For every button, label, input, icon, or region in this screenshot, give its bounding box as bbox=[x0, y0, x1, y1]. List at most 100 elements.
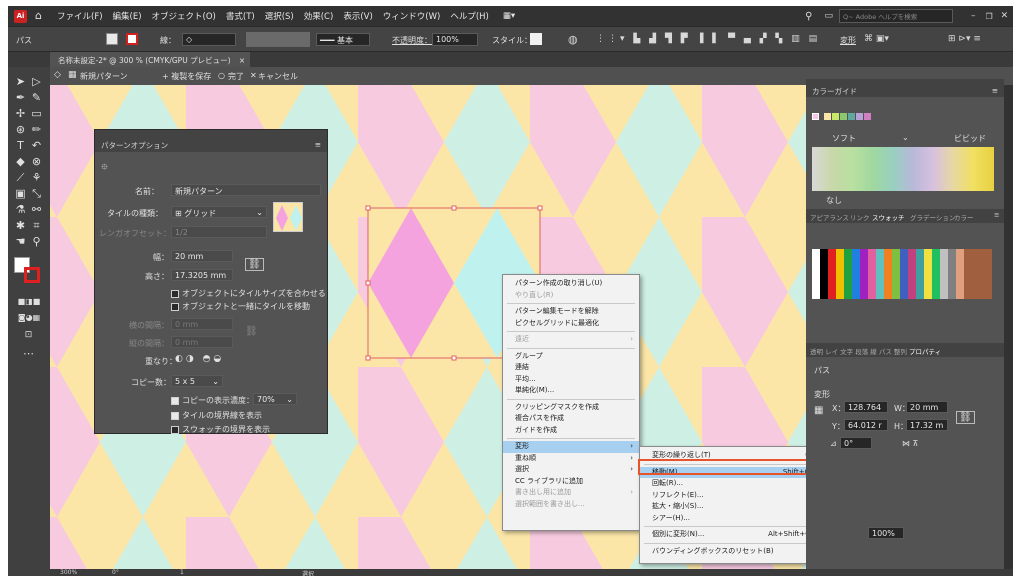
cancel-button[interactable]: キャンセル bbox=[258, 71, 298, 82]
panel-options-icon[interactable]: ⊞ ⊳▾ ≡ bbox=[948, 34, 981, 44]
isolate-icon[interactable]: ⌘ ▣▾ bbox=[864, 34, 889, 44]
close-icon[interactable]: ✕ bbox=[1001, 11, 1009, 21]
x-field[interactable]: 128.764 bbox=[844, 401, 888, 413]
reference-point-icon[interactable]: ▦ bbox=[814, 405, 823, 416]
selection-tool-icon[interactable]: ➤ bbox=[14, 75, 27, 88]
link-proportions-icon[interactable]: ⛓ bbox=[245, 258, 264, 271]
fit-tile-checkbox[interactable]: オブジェクトにタイルサイズを合わせる bbox=[171, 288, 326, 299]
rectangle-tool-icon[interactable]: ▭ bbox=[30, 107, 43, 120]
menu-file[interactable]: ファイル(F) bbox=[57, 10, 103, 22]
pencil-tool-icon[interactable]: ✏ bbox=[30, 123, 43, 136]
brush-field[interactable]: ━━━ 基本 bbox=[316, 33, 370, 46]
pen-tool-icon[interactable]: ✒ bbox=[14, 91, 27, 104]
back-arrow-icon[interactable]: ◇ bbox=[54, 70, 61, 80]
tab-swatches[interactable]: スウォッチ bbox=[872, 212, 905, 222]
context-menu-item[interactable]: 選択 › bbox=[503, 464, 639, 476]
tile-type-select[interactable]: ⊞ グリッド ⌄ bbox=[171, 206, 267, 218]
context-menu-item[interactable]: CC ライブラリに追加 bbox=[503, 476, 639, 488]
color-guide-base-swatches[interactable] bbox=[812, 113, 884, 122]
context-menu-item[interactable]: 重ね順 › bbox=[503, 453, 639, 465]
curvature-tool-icon[interactable]: ✎ bbox=[30, 91, 43, 104]
stroke-swatch[interactable] bbox=[126, 33, 138, 45]
type-tool-icon[interactable]: T bbox=[14, 139, 27, 152]
context-menu-item[interactable]: ピクセルグリッドに最適化 bbox=[503, 318, 639, 330]
menu-window[interactable]: ウィンドウ(W) bbox=[383, 10, 441, 22]
blob-brush-icon[interactable]: ⚘ bbox=[30, 171, 43, 184]
menu-object[interactable]: オブジェクト(O) bbox=[152, 10, 216, 22]
direct-selection-tool-icon[interactable]: ▷ bbox=[30, 75, 43, 88]
context-menu-item[interactable]: パターン編集モードを解除 bbox=[503, 306, 639, 318]
copies-select[interactable]: 5 x 5 ⌄ bbox=[171, 375, 223, 387]
move-tile-checkbox[interactable]: オブジェクトと一緒にタイルを移動 bbox=[171, 301, 310, 312]
context-menu-item[interactable]: クリッピングマスクを作成 bbox=[503, 402, 639, 414]
transform-link[interactable]: 変形 bbox=[840, 35, 856, 46]
angle-field[interactable]: 0° bbox=[840, 437, 872, 449]
menu-type[interactable]: 書式(T) bbox=[226, 10, 255, 22]
stroke-weight-field[interactable]: ◇ bbox=[182, 33, 236, 46]
color-guide-menu-icon[interactable]: ≡ bbox=[992, 86, 998, 95]
done-icon[interactable]: ○ bbox=[218, 71, 225, 80]
dim-copies-select[interactable]: 70% ⌄ bbox=[253, 393, 297, 405]
menu-help[interactable]: ヘルプ(H) bbox=[450, 10, 489, 22]
dim-copies-checkbox[interactable]: コピーの表示濃度： bbox=[171, 395, 254, 406]
flip-icons[interactable]: ⋈ ⊼ bbox=[902, 439, 918, 448]
properties-tab-labels[interactable]: 透明 レイ 文字 段落 線 パス 整列 プロパティ bbox=[810, 346, 941, 356]
fill-tool-icon[interactable]: ◆ bbox=[14, 155, 27, 168]
style-swatch[interactable] bbox=[530, 33, 542, 45]
constrain-proportions-icon[interactable]: ⛓ bbox=[956, 411, 975, 424]
height-field[interactable]: 17.3205 mm bbox=[171, 269, 233, 281]
overlap-icons[interactable]: ◐◑ ◓◒ bbox=[175, 354, 224, 364]
zoom-tool-icon[interactable]: ⚲ bbox=[30, 235, 43, 248]
artboard-number[interactable]: 1 bbox=[180, 569, 184, 576]
save-copy-button[interactable]: + 複製を保存 bbox=[162, 71, 211, 82]
opacity-field[interactable]: 100% bbox=[432, 33, 478, 46]
artboard-tool-icon[interactable]: ⌗ bbox=[30, 219, 43, 232]
arrange-documents-icon[interactable]: ▭ bbox=[824, 11, 833, 21]
close-document-icon[interactable]: × bbox=[239, 56, 245, 65]
tab-links[interactable]: リンク bbox=[850, 212, 870, 222]
context-menu-item[interactable]: 単純化(M)... bbox=[503, 385, 639, 397]
cancel-icon[interactable]: ✕ bbox=[250, 71, 257, 80]
menu-effect[interactable]: 効果(C) bbox=[304, 10, 334, 22]
opacity-prop-field[interactable]: 100% bbox=[868, 527, 904, 539]
restore-icon[interactable]: ❐ bbox=[986, 12, 993, 21]
name-field[interactable]: 新規パターン bbox=[171, 184, 321, 196]
more-tools-icon[interactable]: ⋯ bbox=[22, 347, 35, 360]
menu-view[interactable]: 表示(V) bbox=[343, 10, 372, 22]
zoom-level[interactable]: 300% bbox=[60, 569, 77, 576]
lasso-tool-icon[interactable]: ⊗ bbox=[30, 155, 43, 168]
blend-tool-icon[interactable]: ⚯ bbox=[30, 203, 43, 216]
symbol-sprayer-icon[interactable]: ✱ bbox=[14, 219, 27, 232]
h-field[interactable]: 17.32 m bbox=[906, 419, 948, 431]
done-button[interactable]: 完了 bbox=[228, 71, 244, 82]
menu-edit[interactable]: 編集(E) bbox=[113, 10, 142, 22]
workspace-switcher-icon[interactable]: ▦▾ bbox=[503, 11, 515, 21]
draw-mode-icons[interactable]: ◙◕▦ bbox=[12, 311, 46, 324]
context-menu-item[interactable]: 平均... bbox=[503, 374, 639, 386]
hand-tool-icon[interactable]: ☚ bbox=[14, 235, 27, 248]
color-guide-grid[interactable] bbox=[812, 147, 994, 191]
eyedropper-tool-icon[interactable]: ⤡ bbox=[30, 187, 43, 200]
undo-icon[interactable]: ↶ bbox=[30, 139, 43, 152]
show-swatch-bounds-checkbox[interactable]: スウォッチの境界を表示 bbox=[171, 424, 270, 435]
show-tile-edge-checkbox[interactable]: タイルの境界線を表示 bbox=[171, 410, 262, 421]
panel-menu-icon[interactable]: ≡ bbox=[315, 140, 321, 149]
minimize-icon[interactable]: – bbox=[971, 11, 976, 21]
soft-dropdown-icon[interactable]: ⌄ bbox=[902, 133, 909, 142]
recolor-icon[interactable]: ◍ bbox=[568, 33, 578, 46]
fill-swatch[interactable] bbox=[106, 33, 118, 45]
y-field[interactable]: 64.012 r bbox=[844, 419, 888, 431]
context-menu-item[interactable]: 連結 bbox=[503, 362, 639, 374]
help-search-input[interactable]: Q~ Adobe ヘルプを検索 bbox=[839, 9, 953, 23]
context-menu-item[interactable]: グループ bbox=[503, 351, 639, 363]
swatches-menu-icon[interactable]: ≡ bbox=[994, 211, 999, 219]
rotation-view[interactable]: 0° bbox=[112, 569, 119, 576]
anchor-tool-icon[interactable]: ✢ bbox=[14, 107, 27, 120]
width-field[interactable]: 20 mm bbox=[171, 250, 233, 262]
context-menu-item[interactable]: ガイドを作成 bbox=[503, 425, 639, 437]
home-icon[interactable]: ⌂ bbox=[35, 10, 47, 22]
context-menu-item[interactable]: 変形 › bbox=[503, 441, 639, 453]
fit-tile-icon[interactable]: ⯐ bbox=[101, 160, 108, 176]
variable-width-field[interactable] bbox=[246, 32, 310, 47]
w-field[interactable]: 20 mm bbox=[906, 401, 948, 413]
